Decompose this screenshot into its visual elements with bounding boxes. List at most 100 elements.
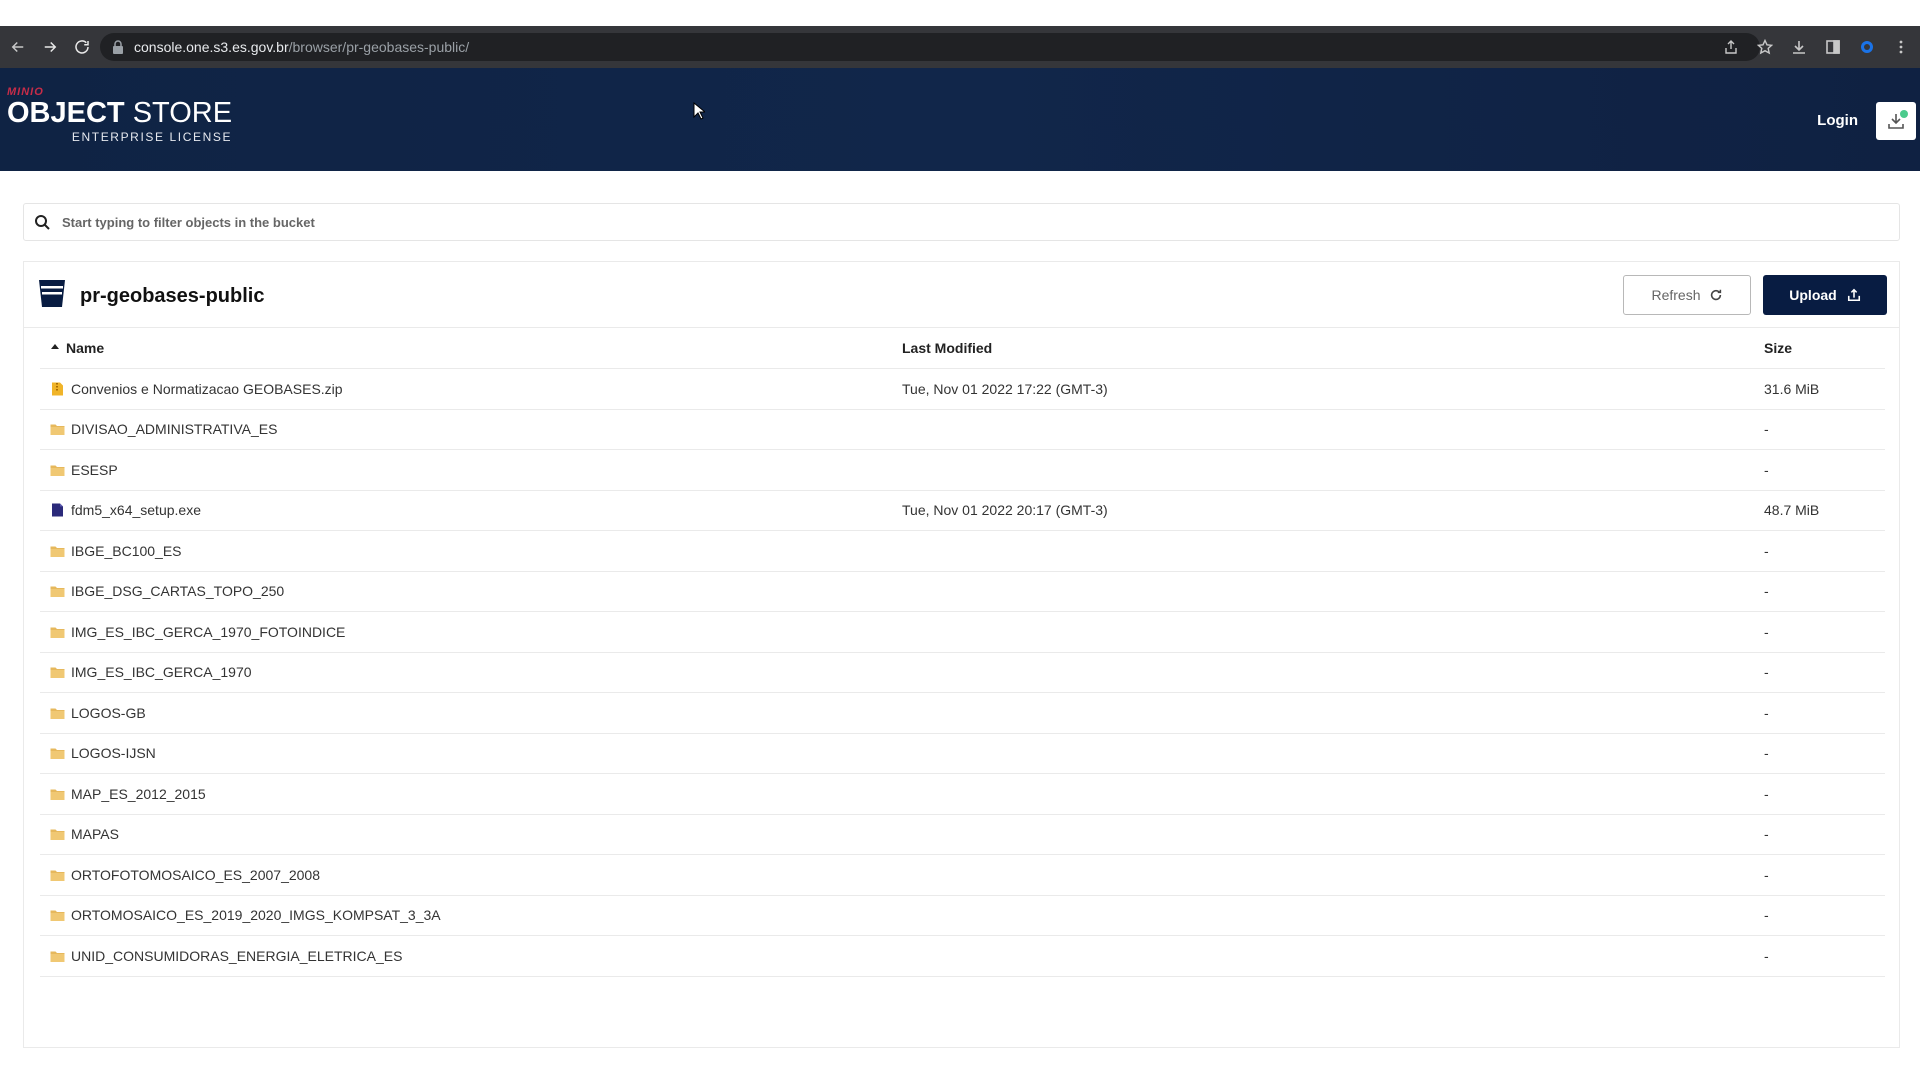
folder-icon	[50, 746, 65, 760]
table-row[interactable]: LOGOS-IJSN -	[40, 734, 1885, 774]
folder-icon	[50, 665, 65, 679]
object-name-cell[interactable]: Convenios e Normatizacao GEOBASES.zip	[40, 381, 902, 397]
object-name-cell[interactable]: UNID_CONSUMIDORAS_ENERGIA_ELETRICA_ES	[40, 948, 902, 964]
browser-menu-icon[interactable]	[1888, 34, 1914, 60]
table-row[interactable]: LOGOS-GB -	[40, 693, 1885, 734]
search-icon	[35, 215, 50, 230]
upload-icon	[1847, 288, 1860, 302]
table-row[interactable]: MAPAS -	[40, 815, 1885, 855]
table-row[interactable]: IBGE_BC100_ES -	[40, 531, 1885, 572]
folder-icon	[50, 463, 65, 477]
object-size: -	[1764, 583, 1769, 600]
folder-icon	[50, 584, 65, 598]
minio-logo: MINIO OBJECT STORE ENTERPRISE LICENSE	[7, 86, 232, 144]
table-row[interactable]: MAP_ES_2012_2015 -	[40, 774, 1885, 815]
browser-actions	[1718, 33, 1914, 61]
app-header: MINIO OBJECT STORE ENTERPRISE LICENSE Lo…	[0, 68, 1920, 171]
brand-title-light: STORE	[124, 97, 233, 129]
column-name-label: Name	[66, 340, 105, 356]
object-size: -	[1764, 623, 1769, 640]
folder-icon	[50, 868, 65, 882]
brand-title: OBJECT STORE	[7, 97, 233, 129]
object-size: -	[1764, 826, 1769, 843]
refresh-button[interactable]: Refresh	[1623, 275, 1751, 315]
table-body: Convenios e Normatizacao GEOBASES.zip Tue…	[40, 369, 1885, 977]
brand-title-bold: OBJECT	[7, 97, 125, 129]
object-name-cell[interactable]: ESESP	[40, 462, 902, 478]
object-name: Convenios e Normatizacao GEOBASES.zip	[71, 380, 343, 397]
folder-icon	[50, 908, 65, 922]
object-name-cell[interactable]: fdm5_x64_setup.exe	[40, 502, 902, 518]
table-row[interactable]: UNID_CONSUMIDORAS_ENERGIA_ELETRICA_ES -	[40, 936, 1885, 977]
object-name-cell[interactable]: IMG_ES_IBC_GERCA_1970	[40, 664, 902, 680]
url-host: console.one.s3.es.gov.br	[134, 39, 289, 55]
side-panel-icon[interactable]	[1820, 34, 1846, 60]
folder-icon	[50, 706, 65, 720]
column-name-header[interactable]: Name	[40, 340, 902, 356]
download-icon[interactable]	[1786, 34, 1812, 60]
back-icon[interactable]	[4, 33, 32, 61]
object-size: 31.6 MiB	[1764, 380, 1820, 397]
object-name: UNID_CONSUMIDORAS_ENERGIA_ELETRICA_ES	[71, 947, 403, 964]
object-modified: Tue, Nov 01 2022 20:17 (GMT-3)	[902, 502, 1108, 519]
download-manager-button[interactable]	[1876, 102, 1916, 140]
column-size-header[interactable]: Size	[1764, 340, 1885, 356]
forward-icon[interactable]	[36, 33, 64, 61]
folder-icon	[50, 787, 65, 801]
table-row[interactable]: ORTOFOTOMOSAICO_ES_2007_2008 -	[40, 855, 1885, 896]
bucket-icon	[39, 280, 65, 307]
folder-icon	[50, 544, 65, 558]
mouse-cursor-icon	[693, 102, 705, 120]
upload-label: Upload	[1789, 287, 1837, 303]
object-name-cell[interactable]: ORTOMOSAICO_ES_2019_2020_IMGS_KOMPSAT_3_…	[40, 907, 902, 923]
object-name-cell[interactable]: IBGE_DSG_CARTAS_TOPO_250	[40, 583, 902, 599]
refresh-label: Refresh	[1651, 287, 1701, 303]
lock-icon	[113, 40, 123, 54]
object-name-cell[interactable]: IBGE_BC100_ES	[40, 543, 902, 559]
object-name-cell[interactable]: DIVISAO_ADMINISTRATIVA_ES	[40, 421, 902, 437]
file-icon	[50, 503, 65, 517]
address-bar[interactable]: console.one.s3.es.gov.br/browser/pr-geob…	[100, 33, 1760, 61]
table-row[interactable]: fdm5_x64_setup.exe Tue, Nov 01 2022 20:17…	[40, 491, 1885, 531]
table-row[interactable]: DIVISAO_ADMINISTRATIVA_ES -	[40, 410, 1885, 450]
object-name: IBGE_BC100_ES	[71, 542, 182, 559]
object-name: ORTOMOSAICO_ES_2019_2020_IMGS_KOMPSAT_3_…	[71, 907, 441, 924]
object-name-cell[interactable]: LOGOS-GB	[40, 705, 902, 721]
reload-icon[interactable]	[68, 33, 96, 61]
object-name-cell[interactable]: ORTOFOTOMOSAICO_ES_2007_2008	[40, 867, 902, 883]
window-top-strip	[0, 0, 1920, 26]
table-row[interactable]: Convenios e Normatizacao GEOBASES.zip Tue…	[40, 369, 1885, 410]
object-size: 48.7 MiB	[1764, 502, 1820, 519]
object-name-cell[interactable]: IMG_ES_IBC_GERCA_1970_FOTOINDICE	[40, 624, 902, 640]
share-icon[interactable]	[1718, 34, 1744, 60]
zip-file-icon	[50, 382, 65, 396]
column-modified-header[interactable]: Last Modified	[902, 340, 1764, 356]
object-name-cell[interactable]: MAP_ES_2012_2015	[40, 786, 902, 802]
filter-input[interactable]	[62, 214, 662, 230]
object-size: -	[1764, 461, 1769, 478]
bookmark-star-icon[interactable]	[1752, 34, 1778, 60]
object-name: LOGOS-IJSN	[71, 745, 156, 762]
bucket-name: pr-geobases-public	[80, 285, 265, 307]
table-row[interactable]: IMG_ES_IBC_GERCA_1970_FOTOINDICE -	[40, 612, 1885, 653]
table-row[interactable]: ESESP -	[40, 450, 1885, 491]
folder-icon	[50, 949, 65, 963]
object-size: -	[1764, 785, 1769, 802]
object-size: -	[1764, 866, 1769, 883]
object-name: ORTOFOTOMOSAICO_ES_2007_2008	[71, 866, 321, 883]
bucket-header: pr-geobases-public Refresh Upload	[24, 262, 1899, 328]
sort-ascending-icon	[51, 344, 59, 349]
object-size: -	[1764, 664, 1769, 681]
table-row[interactable]: IMG_ES_IBC_GERCA_1970 -	[40, 653, 1885, 693]
table-row[interactable]: ORTOMOSAICO_ES_2019_2020_IMGS_KOMPSAT_3_…	[40, 896, 1885, 936]
filter-search-bar[interactable]	[23, 203, 1900, 241]
upload-button[interactable]: Upload	[1763, 275, 1887, 315]
folder-icon	[50, 422, 65, 436]
object-name: fdm5_x64_setup.exe	[71, 502, 201, 519]
url-path: /browser/pr-geobases-public/	[288, 39, 470, 55]
login-link[interactable]: Login	[1817, 112, 1858, 129]
object-name-cell[interactable]: LOGOS-IJSN	[40, 745, 902, 761]
table-row[interactable]: IBGE_DSG_CARTAS_TOPO_250 -	[40, 572, 1885, 612]
object-name-cell[interactable]: MAPAS	[40, 826, 902, 842]
extension-icon[interactable]	[1854, 34, 1880, 60]
